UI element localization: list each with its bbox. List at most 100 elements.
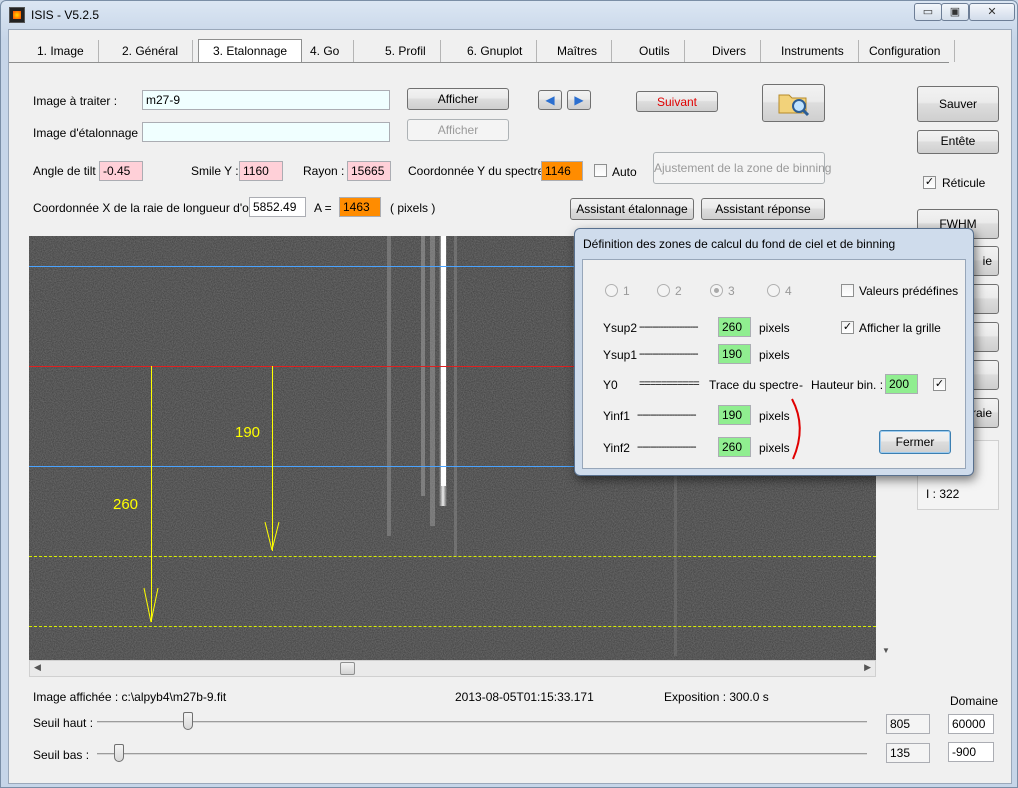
preset-checkbox[interactable] [841, 284, 854, 297]
low-threshold-thumb[interactable] [113, 744, 124, 762]
red-bracket-icon [791, 398, 801, 460]
ysup1-dashes: ---------------------- [639, 348, 699, 360]
next-button[interactable]: Suivant [636, 91, 718, 112]
arrow-260 [151, 366, 152, 622]
ysup1-unit: pixels [759, 348, 790, 362]
calib-input[interactable] [142, 122, 390, 142]
calib-assistant-button[interactable]: Assistant étalonnage [570, 198, 694, 220]
high-threshold-thumb[interactable] [182, 712, 193, 730]
ysup1-label: Ysup1 [603, 348, 638, 362]
radio-3[interactable] [710, 284, 723, 297]
reticle-checkbox[interactable]: ✓ [923, 176, 936, 189]
show-button[interactable]: Afficher [407, 88, 509, 110]
yinf1-unit: pixels [759, 409, 790, 423]
response-assistant-button[interactable]: Assistant réponse [701, 198, 825, 220]
tab-divers[interactable]: Divers [698, 40, 762, 62]
preset-label: Valeurs prédéfines [859, 284, 959, 298]
spec-y-input[interactable]: 1146 [541, 161, 583, 181]
auto-label: Auto [612, 165, 637, 179]
open-folder-icon[interactable] [762, 84, 825, 122]
radio-1-label: 1 [623, 284, 630, 298]
image-label: Image à traiter : [33, 94, 118, 108]
minimize-button[interactable]: ▭ [914, 3, 942, 21]
yinf2-label: Yinf2 [603, 441, 630, 455]
scroll-down-icon[interactable]: ▼ [882, 646, 890, 655]
a-input[interactable]: 1463 [339, 197, 381, 217]
radio-4[interactable] [767, 284, 780, 297]
close-button[interactable]: ✕ [969, 3, 1015, 21]
tab-profil[interactable]: 5. Profil [371, 40, 441, 62]
a-label: A = [314, 201, 332, 215]
exposure-label: Exposition : 300.0 s [664, 690, 769, 704]
grid-label: Afficher la grille [859, 321, 941, 335]
smile-label: Smile Y : [191, 164, 239, 178]
radio-2[interactable] [657, 284, 670, 297]
displayed-image-label: Image affichée : c:\alpyb4\m27b-9.fit [33, 690, 227, 704]
radio-3-label: 3 [728, 284, 735, 298]
radio-4-label: 4 [785, 284, 792, 298]
x-coord-input[interactable]: 5852.49 [249, 197, 306, 217]
header-button[interactable]: Entête [917, 130, 999, 154]
low-threshold-slider[interactable] [97, 744, 867, 762]
high-threshold-slider[interactable] [97, 712, 867, 730]
domain-label: Domaine [950, 694, 999, 708]
ysup2-unit: pixels [759, 321, 790, 335]
high-threshold-label: Seuil haut : [33, 716, 94, 730]
height-input[interactable]: 200 [885, 374, 918, 394]
line-yinf2 [29, 626, 876, 627]
yinf1-dashes: ---------------------- [637, 409, 697, 421]
smile-input[interactable]: 1160 [239, 161, 283, 181]
dialog-body: 1 2 3 4 Valeurs prédéfines Ysup2 -------… [582, 259, 966, 469]
binning-dialog: Définition des zones de calcul du fond d… [574, 228, 974, 476]
show-calib-button[interactable]: Afficher [407, 119, 509, 141]
tab-outils[interactable]: Outils [625, 40, 685, 62]
tab-go[interactable]: 4. Go [296, 40, 355, 62]
ysup2-dashes: ---------------------- [639, 321, 699, 333]
intensity-value: I : 322 [926, 487, 960, 501]
ysup2-input[interactable]: 260 [718, 317, 751, 337]
scroll-left-icon[interactable]: ◀ [34, 662, 41, 673]
tab-etalonnage[interactable]: 3. Etalonnage [198, 39, 303, 63]
low-threshold-value: 135 [886, 743, 930, 763]
title-bar: ISIS - V5.2.5 ▭ ▣ ✕ [1, 1, 1018, 27]
tilt-input[interactable]: -0.45 [99, 161, 143, 181]
line-yinf1 [29, 556, 876, 557]
trace-label: Trace du spectre [709, 378, 799, 392]
radius-label: Rayon : [303, 164, 345, 178]
radius-input[interactable]: 15665 [347, 161, 391, 181]
tab-general[interactable]: 2. Général [108, 40, 194, 62]
yinf2-input[interactable]: 260 [718, 437, 751, 457]
image-input[interactable]: m27-9 [142, 90, 390, 110]
horizontal-scrollbar[interactable]: ◀ ▶ [29, 660, 876, 677]
label-260: 260 [113, 496, 139, 513]
auto-checkbox[interactable] [594, 164, 607, 177]
folder-search-icon [778, 94, 809, 117]
maximize-button[interactable]: ▣ [941, 3, 969, 21]
dialog-title: Définition des zones de calcul du fond d… [583, 237, 896, 251]
app-icon [9, 7, 25, 23]
tab-maitres[interactable]: Maîtres [543, 40, 613, 62]
height-label: Hauteur bin. : [811, 378, 884, 392]
scroll-thumb[interactable] [340, 662, 355, 675]
save-button[interactable]: Sauver [917, 86, 999, 122]
high-domain-input[interactable]: 60000 [948, 714, 994, 734]
arrow-head-190-icon [264, 521, 280, 551]
ysup1-input[interactable]: 190 [718, 344, 751, 364]
yinf1-input[interactable]: 190 [718, 405, 751, 425]
yinf1-label: Yinf1 [603, 409, 630, 423]
low-domain-input[interactable]: -900 [948, 742, 994, 762]
low-threshold-label: Seuil bas : [33, 748, 90, 762]
tab-image[interactable]: 1. Image [23, 40, 99, 62]
scroll-right-icon[interactable]: ▶ [864, 662, 871, 673]
next-arrow-icon[interactable]: ▶ [567, 90, 591, 110]
radio-1[interactable] [605, 284, 618, 297]
close-dialog-button[interactable]: Fermer [879, 430, 951, 454]
grid-checkbox[interactable]: ✓ [841, 321, 854, 334]
prev-arrow-icon[interactable]: ◀ [538, 90, 562, 110]
window-title: ISIS - V5.2.5 [31, 8, 100, 22]
height-checkbox[interactable]: ✓ [933, 378, 946, 391]
binning-adjust-button[interactable]: Ajustement de la zone de binning [653, 152, 831, 184]
tab-configuration[interactable]: Configuration [855, 40, 956, 62]
tab-gnuplot[interactable]: 6. Gnuplot [453, 40, 538, 62]
tab-instruments[interactable]: Instruments [767, 40, 859, 62]
